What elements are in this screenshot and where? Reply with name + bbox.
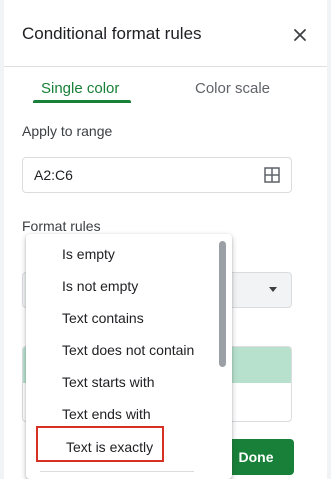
- menu-item-text-ends-with[interactable]: Text ends with: [26, 399, 218, 431]
- menu-item-label: Text contains: [62, 310, 144, 326]
- close-icon: [294, 29, 306, 41]
- menu-divider: [40, 471, 194, 472]
- tab-single-color[interactable]: Single color: [41, 80, 119, 98]
- menu-item-label: Text does not contain: [62, 342, 195, 358]
- menu-item-text-starts-with[interactable]: Text starts with: [26, 367, 218, 399]
- panel-header: Conditional format rules: [4, 0, 327, 67]
- format-rules-label: Format rules: [22, 218, 101, 234]
- dropdown-scrollbar[interactable]: [219, 241, 226, 367]
- menu-item-label: Is not empty: [62, 278, 139, 294]
- range-value: A2:C6: [34, 167, 73, 183]
- tab-color-scale[interactable]: Color scale: [195, 80, 270, 98]
- menu-item-is-not-empty[interactable]: Is not empty: [26, 271, 218, 303]
- menu-item-text-does-not-contain[interactable]: Text does not contain: [26, 335, 218, 367]
- condition-dropdown-menu: Is empty Is not empty Text contains Text…: [26, 234, 232, 479]
- grid-select-icon[interactable]: [264, 167, 280, 183]
- menu-item-is-empty[interactable]: Is empty: [26, 239, 218, 271]
- menu-item-label: Text starts with: [62, 374, 155, 390]
- conditional-format-panel: Conditional format rules Single color Co…: [4, 0, 327, 479]
- apply-to-range-label: Apply to range: [22, 123, 113, 139]
- menu-item-label: Text ends with: [62, 406, 151, 422]
- close-button[interactable]: [291, 26, 309, 44]
- menu-item-label: Text is exactly: [66, 439, 154, 455]
- menu-item-text-is-exactly[interactable]: Text is exactly: [26, 431, 218, 463]
- caret-down-icon: [269, 287, 277, 292]
- active-tab-indicator: [33, 100, 131, 103]
- menu-item-text-contains[interactable]: Text contains: [26, 303, 218, 335]
- range-input[interactable]: A2:C6: [22, 157, 292, 193]
- panel-title: Conditional format rules: [22, 24, 202, 43]
- menu-item-label: Is empty: [62, 246, 115, 262]
